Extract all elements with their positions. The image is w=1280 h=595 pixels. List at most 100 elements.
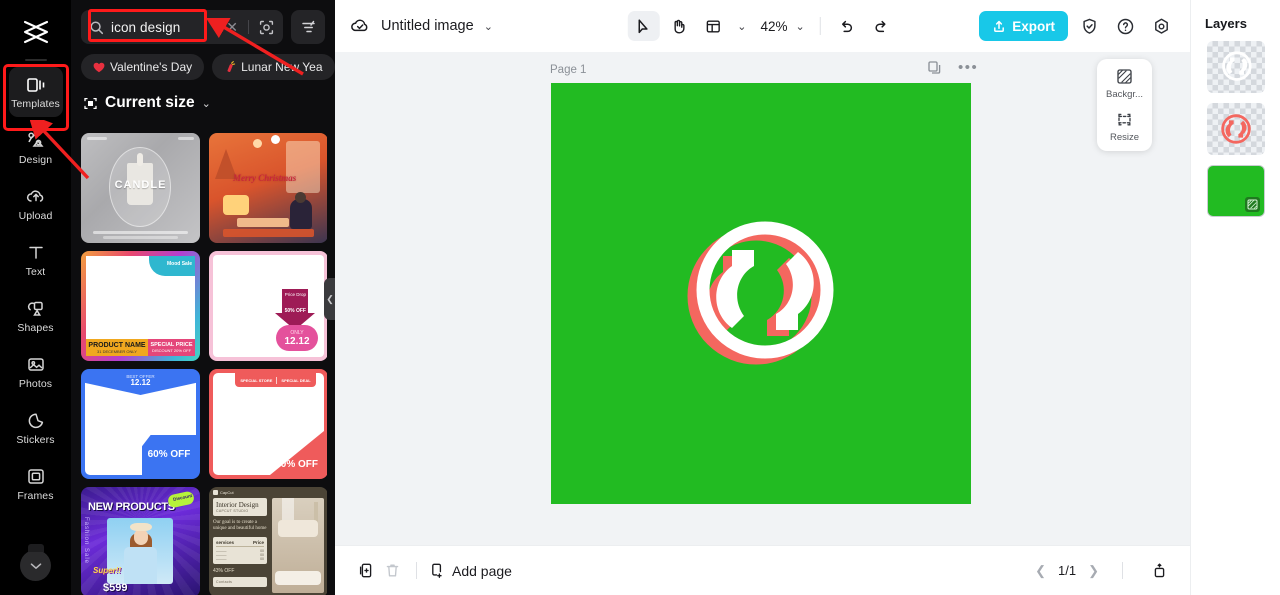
left-tool-rail: Templates Design Upload Text Shapes Phot…: [0, 0, 71, 595]
sidebar-item-frames[interactable]: Frames: [9, 459, 63, 509]
sidebar-item-label: Templates: [11, 98, 60, 110]
sidebar-item-templates[interactable]: Templates: [8, 67, 63, 117]
deco: [272, 498, 324, 593]
contacts-card: Contacts: [213, 576, 267, 587]
help-circle-icon: [1117, 18, 1133, 34]
brand-text: CapCut: [220, 490, 234, 495]
image-search-icon[interactable]: [258, 19, 275, 36]
sidebar-item-design[interactable]: Design: [9, 123, 63, 173]
search-input[interactable]: icon design ✕: [81, 10, 283, 44]
bar-subtitle: DISCOUNT 20% OFF: [151, 348, 192, 353]
deco: [276, 376, 278, 384]
deco: [290, 199, 312, 229]
templates-icon: [26, 78, 44, 92]
undo-button[interactable]: [831, 11, 863, 41]
background-tool-button[interactable]: Backgr...: [1097, 67, 1152, 100]
template-thumbnail[interactable]: CapCut Interior Design CAPCUT STUDIO Our…: [209, 487, 327, 595]
collapse-panel-button[interactable]: [1146, 558, 1172, 584]
template-thumbnail[interactable]: Price Drop 50% OFF ONLY 12.12: [209, 251, 327, 361]
delete-page-button[interactable]: [379, 558, 405, 584]
undo-icon: [842, 20, 853, 32]
template-thumbnail[interactable]: Fashion Sale NEW PRODUCTS Discount Super…: [81, 487, 200, 595]
page-navigation: ❮ 1/1 ❯: [1035, 558, 1172, 584]
sidebar-item-shapes[interactable]: Shapes: [9, 291, 63, 341]
sidebar-item-label: Design: [18, 154, 53, 166]
select-tool-button[interactable]: [627, 11, 660, 41]
template-title: NEW PRODUCTS: [88, 501, 175, 513]
table-row: ——— 00: [216, 556, 264, 561]
shield-check-icon: [1082, 18, 1096, 34]
sidebar-item-photos[interactable]: Photos: [9, 347, 63, 397]
main-editor-area: Untitled image ⌄ ⌄ 42% ⌄ Export Page 1 •…: [335, 0, 1190, 595]
prev-page-button[interactable]: ❮: [1035, 563, 1046, 579]
toolbar-right-controls: Export: [979, 11, 1176, 41]
filter-button[interactable]: [291, 10, 325, 44]
resize-tool-button[interactable]: Resize: [1097, 110, 1152, 143]
chip-lunar-new-year[interactable]: Lunar New Yea: [212, 54, 335, 80]
heart-icon: [93, 62, 105, 72]
template-thumbnail[interactable]: BEST OFFER 12.12 60% OFF: [81, 369, 200, 479]
export-button[interactable]: Export: [979, 11, 1068, 41]
sidebar-item-stickers[interactable]: Stickers: [9, 403, 63, 453]
help-button[interactable]: [1110, 11, 1140, 41]
document-title[interactable]: Untitled image: [381, 18, 474, 34]
deco: [130, 523, 152, 531]
bottom-bar: Add page ❮ 1/1 ❯: [335, 545, 1190, 595]
template-thumbnail[interactable]: SPECIAL STORE SPECIAL DEAL 70% OFF: [209, 369, 327, 479]
sidebar-more-button[interactable]: [20, 544, 51, 581]
duplicate-icon[interactable]: [927, 60, 942, 75]
panel-collapse-handle[interactable]: ❮: [324, 278, 335, 320]
canvas-tool-card: Backgr... Resize: [1097, 59, 1152, 151]
zoom-chevron-down-icon[interactable]: ⌄: [791, 20, 810, 33]
app-logo[interactable]: [0, 8, 71, 56]
shield-check-button[interactable]: [1074, 11, 1104, 41]
deco: [237, 218, 289, 227]
sidebar-item-text[interactable]: Text: [9, 235, 63, 285]
settings-button[interactable]: [1146, 11, 1176, 41]
collapse-panel-icon: [1154, 563, 1164, 578]
discount-text: 43% OFF: [213, 567, 235, 574]
layout-chevron-down-icon[interactable]: ⌄: [732, 20, 751, 33]
template-bar-left: PRODUCT NAME 31 DECEMBER ONLY: [86, 339, 148, 356]
sidebar-item-label: Frames: [17, 490, 54, 502]
artboard[interactable]: [551, 83, 971, 504]
layer-green-background[interactable]: [1206, 165, 1265, 217]
template-brand-text: CANDLE: [114, 179, 167, 191]
redo-button[interactable]: [866, 11, 898, 41]
shapes-icon: [27, 301, 43, 316]
offer-corner: 60% OFF: [142, 435, 196, 475]
template-thumbnail[interactable]: Merry Christmas: [209, 133, 327, 243]
heading-card: Interior Design CAPCUT STUDIO: [213, 498, 267, 516]
toolbar-center-controls: ⌄ 42% ⌄: [627, 11, 897, 41]
template-thumbnail[interactable]: Mood Sale PRODUCT NAME 31 DECEMBER ONLY …: [81, 251, 200, 361]
hand-icon: [674, 19, 685, 33]
chevron-down-icon[interactable]: ⌄: [484, 20, 493, 33]
table-header: services Price: [216, 540, 264, 547]
layer-red-icon[interactable]: [1206, 103, 1265, 155]
next-page-button[interactable]: ❯: [1088, 563, 1099, 579]
upload-cloud-icon: [26, 190, 43, 202]
sidebar-item-label: Text: [25, 266, 46, 278]
current-size-filter[interactable]: Current size ⌄: [81, 94, 325, 112]
layer-white-icon[interactable]: [1206, 41, 1265, 93]
hand-tool-button[interactable]: [662, 11, 694, 41]
sidebar-item-upload[interactable]: Upload: [9, 179, 63, 229]
deco: [87, 137, 107, 140]
deco: [124, 547, 157, 584]
add-page-button[interactable]: Add page: [428, 562, 512, 579]
more-horizontal-icon[interactable]: •••: [958, 60, 978, 75]
layout-tool-button[interactable]: [697, 11, 729, 41]
sidebar-item-label: Upload: [18, 210, 53, 222]
canvas-area[interactable]: Page 1 ••• Backgr... Resize: [335, 52, 1190, 545]
template-thumbnail[interactable]: CANDLE: [81, 133, 200, 243]
duplicate-page-button[interactable]: [353, 558, 379, 584]
bar-subtitle: 31 DECEMBER ONLY: [97, 348, 137, 354]
chip-valentines-day[interactable]: Valentine's Day: [81, 54, 205, 80]
deco: [137, 153, 143, 166]
rail-expand-area: [0, 544, 71, 581]
clear-search-icon[interactable]: ✕: [223, 19, 241, 36]
layers-panel-title: Layers: [1205, 16, 1247, 31]
cloud-saved-icon[interactable]: [349, 15, 371, 37]
zoom-level[interactable]: 42%: [760, 19, 787, 34]
filter-icon: [301, 20, 315, 32]
